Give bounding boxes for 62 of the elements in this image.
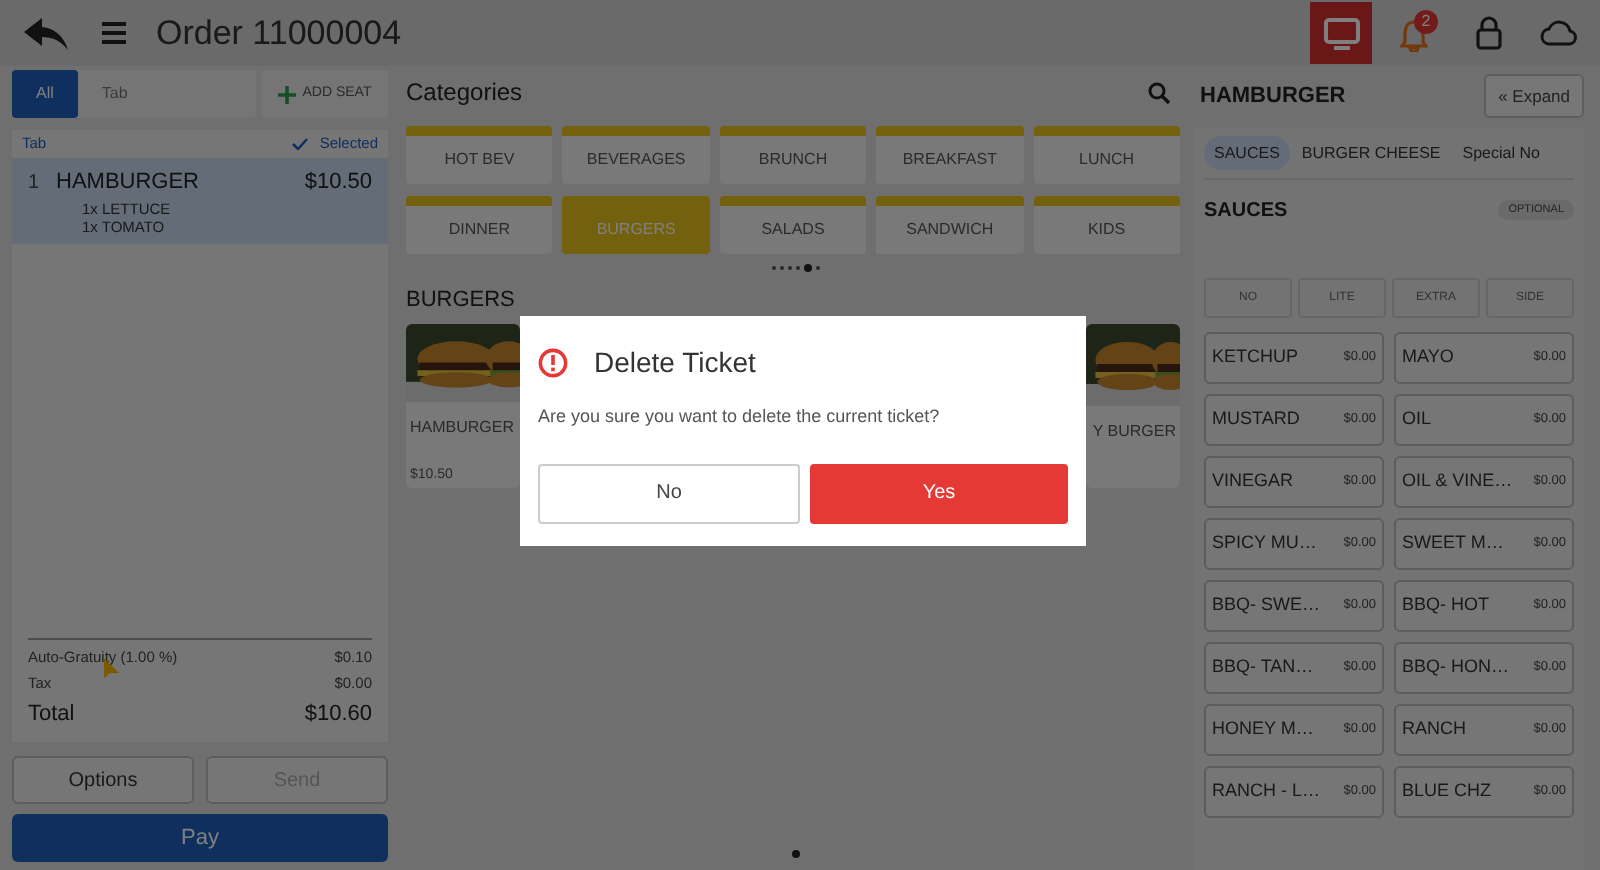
option-name: BBQ- HON… — [1402, 654, 1510, 681]
plus-icon — [278, 85, 297, 103]
option-name: KETCHUP — [1212, 344, 1299, 371]
option-name: SPICY MU… — [1212, 530, 1317, 557]
option-name: RANCH - L… — [1212, 778, 1321, 805]
alert-icon — [538, 348, 568, 378]
seat-number: 1 — [28, 169, 42, 198]
category-tile[interactable]: BREAKFAST — [876, 126, 1024, 184]
search-icon[interactable] — [1148, 81, 1170, 103]
modifier-tab[interactable]: Special No — [1452, 136, 1550, 170]
option-name: MAYO — [1402, 344, 1454, 371]
check-icon — [291, 138, 308, 150]
option-name: OIL & VINE… — [1402, 468, 1513, 495]
notification-badge: 2 — [1414, 9, 1438, 33]
option-name: MUSTARD — [1212, 406, 1300, 433]
category-tile[interactable]: BRUNCH — [719, 126, 867, 184]
product-name: Y BURGER — [1090, 419, 1178, 443]
dialog-button[interactable]: Yes — [810, 463, 1068, 523]
modifier-tab[interactable]: BURGER CHEESE — [1291, 136, 1451, 170]
cloud-icon[interactable] — [1538, 20, 1578, 46]
category-tile[interactable]: DINNER — [406, 196, 553, 254]
product-card[interactable]: Y BURGER — [1086, 323, 1180, 487]
ticket-action-button[interactable]: Options — [12, 756, 194, 804]
option-name: OIL — [1402, 406, 1432, 433]
category-tile[interactable]: SANDWICH — [876, 196, 1024, 254]
section-heading: BURGERS — [406, 286, 517, 316]
option-name: HONEY M… — [1212, 716, 1314, 743]
dialog-title: Delete Ticket — [594, 344, 756, 382]
group-heading: SAUCES — [1204, 197, 1288, 225]
dialog-message: Are you sure you want to delete the current ticket? — [538, 404, 942, 430]
category-tile[interactable]: BEVERAGES — [562, 126, 710, 184]
monitor-icon — [1323, 17, 1359, 49]
categories-heading: Categories — [406, 76, 523, 110]
seat-tab[interactable]: All — [12, 70, 78, 118]
order-title: Order 11000004 — [156, 11, 402, 56]
page-dot-icon — [791, 850, 799, 858]
option-name: BBQ- SWE… — [1212, 592, 1321, 619]
item-title: HAMBURGER — [1200, 81, 1346, 112]
menu-icon[interactable] — [102, 22, 126, 44]
category-tile[interactable]: KIDS — [1033, 196, 1180, 254]
seat-tab[interactable]: Tab — [77, 70, 152, 118]
option-name: BLUE CHZ — [1402, 778, 1492, 805]
option-name: VINEGAR — [1212, 468, 1294, 495]
option-name: RANCH — [1402, 716, 1467, 743]
option-name: BBQ- HOT — [1402, 592, 1490, 619]
option-name: BBQ- TAN… — [1212, 654, 1314, 681]
item-price: $10.50 — [304, 168, 372, 198]
category-tile[interactable]: SALADS — [719, 196, 867, 254]
lock-icon[interactable] — [1476, 16, 1502, 50]
pay-button[interactable]: Pay — [12, 814, 388, 862]
total-label: Total — [28, 699, 75, 729]
category-tile[interactable]: HOT BEV — [406, 126, 553, 184]
item-name: HAMBURGER — [56, 168, 200, 198]
category-tile[interactable]: LUNCH — [1033, 126, 1180, 184]
monitor-button[interactable] — [1310, 2, 1372, 64]
dialog-button[interactable]: No — [538, 463, 800, 523]
back-arrow-icon[interactable] — [24, 17, 68, 49]
product-name: HAMBURGER — [408, 416, 517, 440]
total-amount: $10.60 — [304, 699, 372, 729]
expand-button[interactable]: « Expand — [1484, 74, 1584, 118]
modifier-tab[interactable]: SAUCES — [1204, 136, 1290, 170]
option-name: SWEET M… — [1402, 530, 1504, 557]
